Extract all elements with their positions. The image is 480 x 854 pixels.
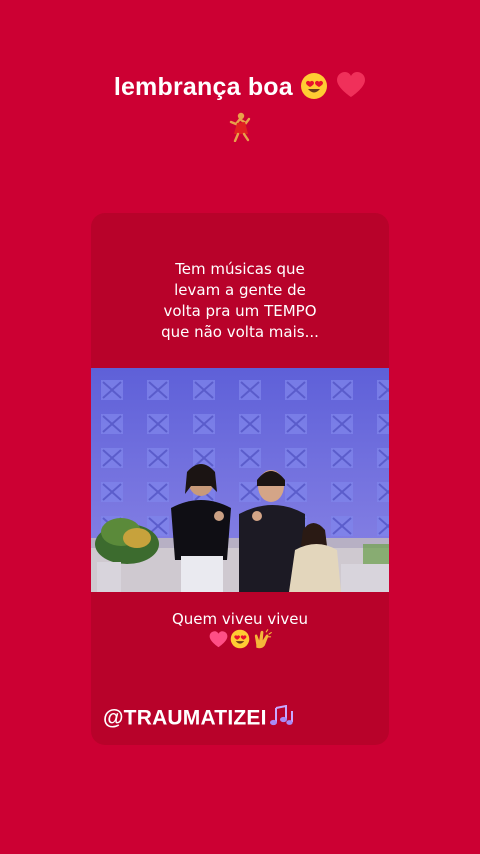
heart-eyes-icon xyxy=(230,629,250,653)
clapping-hands-icon xyxy=(252,629,272,653)
post-caption-top: Tem músicas que levam a gente de volta p… xyxy=(161,260,319,341)
story-title: lembrança boa xyxy=(0,72,480,102)
pink-heart-icon xyxy=(209,630,228,652)
video-stage-image xyxy=(91,368,389,592)
video-frame[interactable] xyxy=(91,368,389,592)
red-heart-icon xyxy=(336,72,366,101)
mention-handle[interactable]: @TRAUMATIZEI xyxy=(103,704,296,733)
caption-emoji-row xyxy=(91,629,389,653)
post-caption-bottom: Quem viveu viveu xyxy=(171,610,308,628)
post-card[interactable]: Tem músicas que levam a gente de volta p… xyxy=(91,213,389,745)
handle-text: @TRAUMATIZEI xyxy=(103,706,267,730)
dancing-person-icon xyxy=(0,112,480,148)
heart-eyes-icon xyxy=(300,72,336,101)
musical-notes-icon xyxy=(268,704,296,733)
story-title-text: lembrança boa xyxy=(113,73,293,101)
